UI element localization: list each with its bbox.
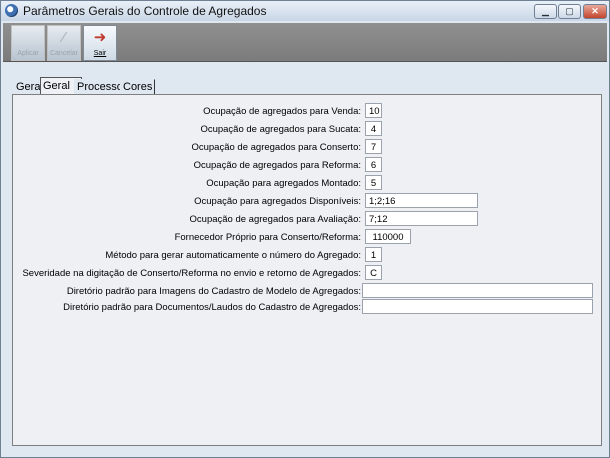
ocupacao-montado-input[interactable]: 5 bbox=[365, 175, 382, 190]
diretorio-documentos-input[interactable] bbox=[362, 299, 593, 314]
field-label: Diretório padrão para Imagens do Cadastr… bbox=[66, 286, 361, 297]
fornecedor-proprio-input[interactable]: 110000 bbox=[365, 229, 411, 244]
field-label: Severidade na digitação de Conserto/Refo… bbox=[22, 268, 361, 279]
form-row-venda: Ocupação de agregados para Venda: 10 bbox=[13, 103, 601, 120]
maximize-button[interactable]: ▢ bbox=[558, 4, 581, 19]
main-window: Parâmetros Gerais do Controle de Agregad… bbox=[0, 0, 610, 458]
apply-label: Aplicar bbox=[17, 50, 39, 57]
exit-button[interactable]: ➜ Sair bbox=[83, 25, 117, 61]
form-row-severidade: Severidade na digitação de Conserto/Refo… bbox=[13, 265, 601, 282]
apply-icon bbox=[12, 27, 44, 49]
field-label: Ocupação de agregados para Conserto: bbox=[191, 142, 361, 153]
content-area: Geral Geral II Processos Cores Ocupação … bbox=[3, 63, 607, 455]
field-label: Ocupação para agregados Disponíveis: bbox=[194, 196, 361, 207]
ocupacao-conserto-input[interactable]: 7 bbox=[365, 139, 382, 154]
cancel-icon: ⁄ bbox=[62, 29, 66, 46]
ocupacao-venda-input[interactable]: 10 bbox=[365, 103, 382, 118]
cancel-button[interactable]: ⁄ Cancelar bbox=[47, 25, 81, 61]
field-label: Ocupação de agregados para Avaliação: bbox=[189, 214, 361, 225]
exit-label: Sair bbox=[93, 50, 107, 57]
form-row-fornecedor: Fornecedor Próprio para Conserto/Reforma… bbox=[13, 229, 601, 246]
toolbar: Aplicar ⁄ Cancelar ➜ Sair bbox=[3, 23, 607, 62]
form-row-metodo: Método para gerar automaticamente o núme… bbox=[13, 247, 601, 264]
ocupacao-sucata-input[interactable]: 4 bbox=[365, 121, 382, 136]
window-title: Parâmetros Gerais do Controle de Agregad… bbox=[23, 4, 267, 18]
ocupacao-disponiveis-input[interactable]: 1;2;16 bbox=[365, 193, 478, 208]
field-label: Ocupação de agregados para Sucata: bbox=[200, 124, 361, 135]
severidade-input[interactable]: C bbox=[365, 265, 382, 280]
field-label: Método para gerar automaticamente o núme… bbox=[105, 250, 361, 261]
form-row-sucata: Ocupação de agregados para Sucata: 4 bbox=[13, 121, 601, 138]
form-row-avaliacao: Ocupação de agregados para Avaliação: 7;… bbox=[13, 211, 601, 228]
field-label: Fornecedor Próprio para Conserto/Reforma… bbox=[174, 232, 361, 243]
ocupacao-avaliacao-input[interactable]: 7;12 bbox=[365, 211, 478, 226]
diretorio-imagens-input[interactable] bbox=[362, 283, 593, 298]
form-row-disponiveis: Ocupação para agregados Disponíveis: 1;2… bbox=[13, 193, 601, 210]
apply-button[interactable]: Aplicar bbox=[11, 25, 45, 61]
field-label: Ocupação de agregados para Venda: bbox=[203, 106, 361, 117]
minimize-button[interactable]: ▁ bbox=[534, 4, 557, 19]
form-row-montado: Ocupação para agregados Montado: 5 bbox=[13, 175, 601, 192]
close-button[interactable]: ✕ bbox=[583, 4, 607, 19]
form-row-reforma: Ocupação de agregados para Reforma: 6 bbox=[13, 157, 601, 174]
form-row-dir-imagens: Diretório padrão para Imagens do Cadastr… bbox=[13, 283, 601, 300]
exit-door-icon: ➜ bbox=[93, 29, 107, 46]
field-label: Diretório padrão para Documentos/Laudos … bbox=[63, 302, 361, 313]
field-label: Ocupação para agregados Montado: bbox=[206, 178, 361, 189]
cancel-label: Cancelar bbox=[49, 50, 78, 57]
tab-panel-geral-ii: Ocupação de agregados para Venda: 10 Ocu… bbox=[12, 94, 602, 446]
form-row-conserto: Ocupação de agregados para Conserto: 7 bbox=[13, 139, 601, 156]
ocupacao-reforma-input[interactable]: 6 bbox=[365, 157, 382, 172]
field-label: Ocupação de agregados para Reforma: bbox=[193, 160, 361, 171]
tab-cores[interactable]: Cores bbox=[120, 79, 156, 95]
form-row-dir-documentos: Diretório padrão para Documentos/Laudos … bbox=[13, 299, 601, 316]
title-bar[interactable]: Parâmetros Gerais do Controle de Agregad… bbox=[1, 1, 609, 21]
app-icon bbox=[5, 4, 18, 17]
metodo-numero-input[interactable]: 1 bbox=[365, 247, 382, 262]
